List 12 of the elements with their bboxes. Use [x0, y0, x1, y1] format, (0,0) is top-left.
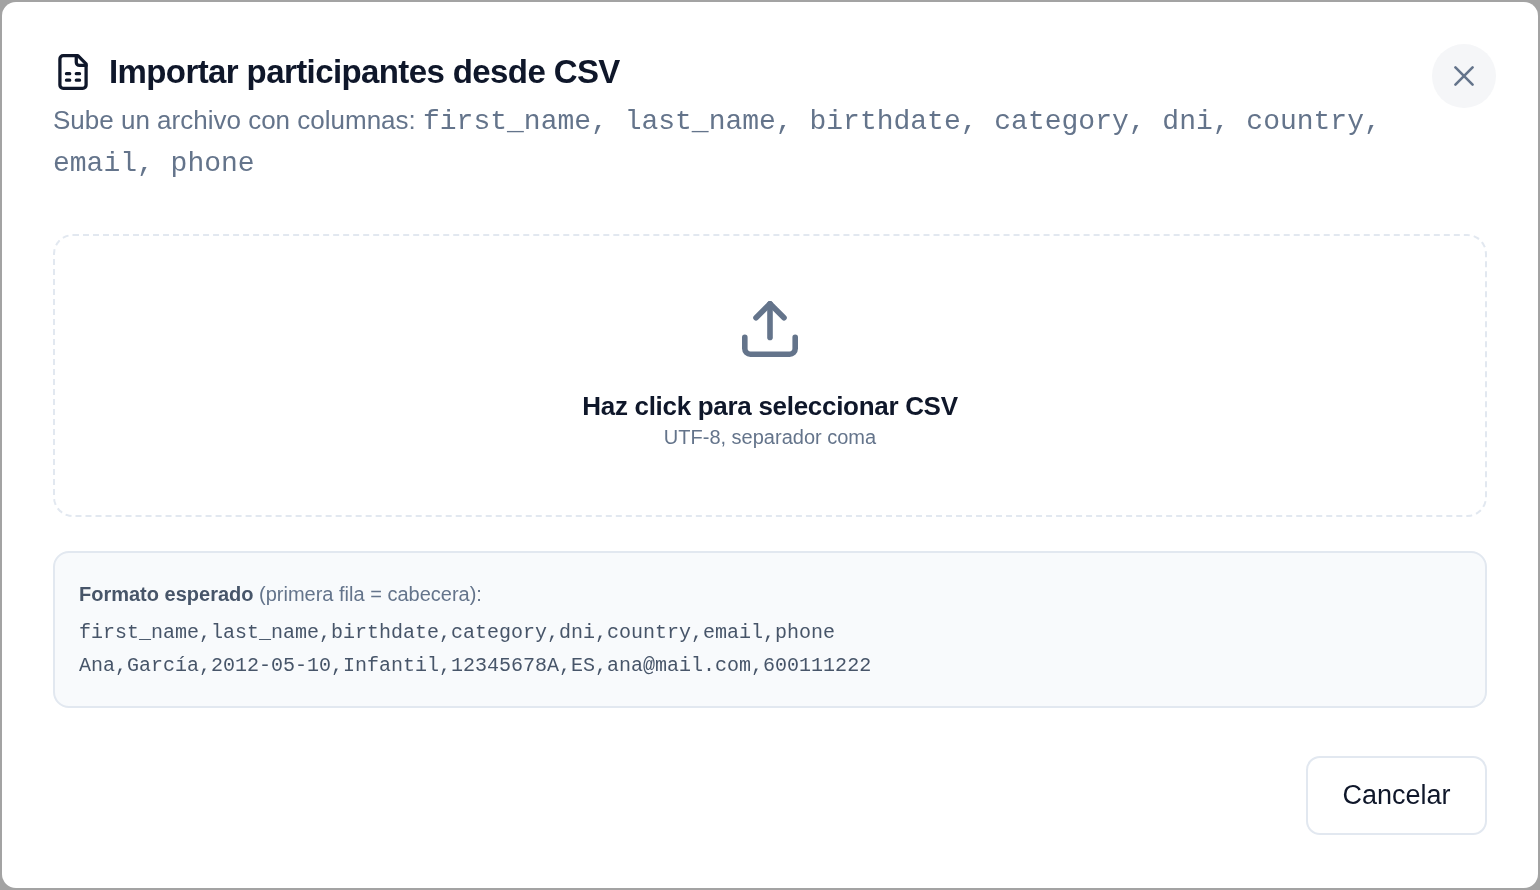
dialog-description: Sube un archivo con columnas: first_name, last_name, birthdate, category, dni, country, email, phone [53, 104, 1382, 181]
file-dropzone[interactable]: Haz click para seleccionar CSV UTF-8, separador coma [53, 234, 1487, 517]
close-icon [1454, 66, 1474, 86]
upload-icon [742, 300, 798, 357]
csv-example-line: Ana,García,2012-05-10,Infantil,12345678A,ES,ana@mail.com,600111222 [79, 653, 873, 679]
dropzone-hint: UTF-8, separador coma [663, 424, 877, 450]
csv-example-line: first_name,last_name,birthdate,category,dni,country,email,phone [79, 620, 837, 646]
format-heading: Formato esperado (primera fila = cabecera): [79, 582, 483, 607]
dropzone-label: Haz click para seleccionar CSV [582, 389, 958, 423]
spreadsheet-file-icon [57, 54, 89, 90]
dialog-title: Importar participantes desde CSV [109, 52, 620, 92]
cancel-button[interactable]: Cancelar [1306, 756, 1487, 835]
